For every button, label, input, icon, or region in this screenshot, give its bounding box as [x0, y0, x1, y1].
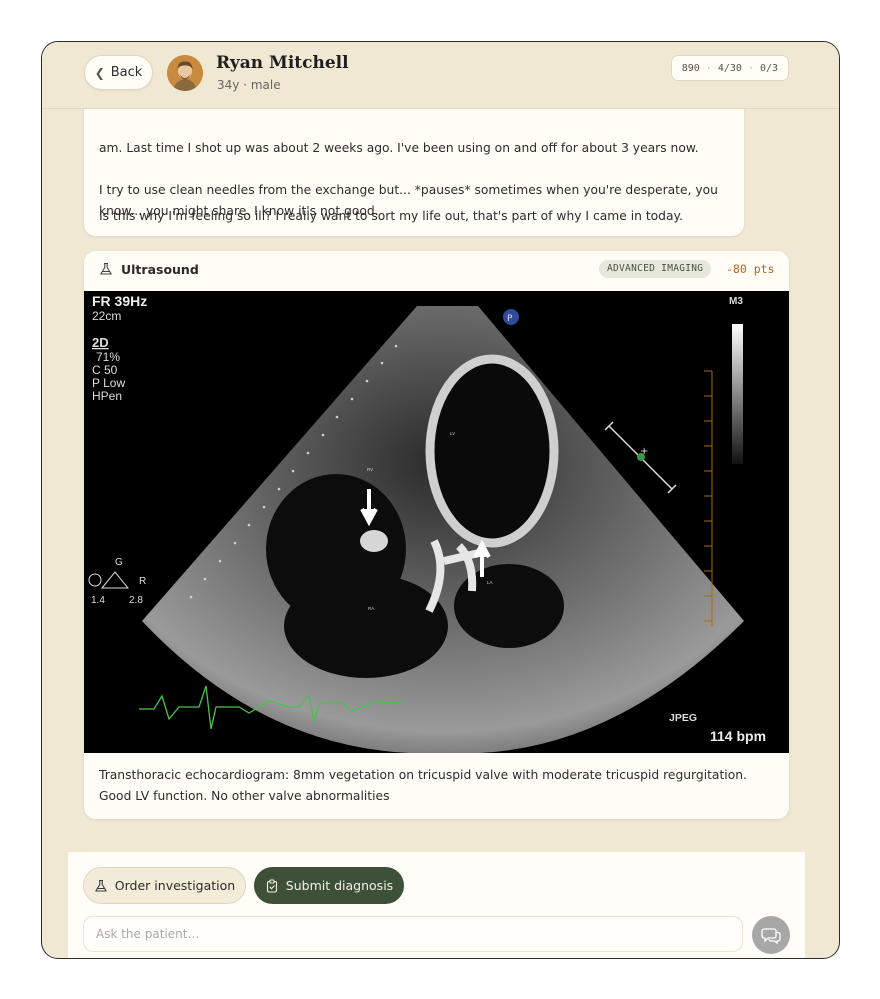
- send-message-button[interactable]: [752, 916, 790, 954]
- g-label: G: [115, 557, 123, 568]
- frame-rate: FR 39Hz: [92, 293, 147, 309]
- chamber-lv: [425, 354, 559, 548]
- heart-rate: 114 bpm: [710, 728, 766, 744]
- chevron-left-icon: ❮: [94, 65, 105, 80]
- app-window: am. Last time I shot up was about 2 week…: [41, 41, 840, 959]
- depth-label: 22cm: [92, 309, 121, 323]
- diagnosis-attempts: 0/3: [759, 62, 778, 74]
- r-label: R: [139, 576, 146, 587]
- back-button[interactable]: ❮ Back: [84, 55, 153, 90]
- chat-bubble-icon: [761, 928, 781, 945]
- gain-label: 71%: [96, 350, 120, 364]
- hpen-label: HPen: [92, 389, 122, 403]
- grayscale-bar: [732, 324, 743, 464]
- compression-label: C 50: [92, 363, 118, 377]
- avatar-illustration: [167, 55, 203, 91]
- patient-name: Ryan Mitchell: [216, 53, 349, 73]
- points-cost: -80 pts: [726, 262, 775, 276]
- rv-label: RV: [367, 467, 373, 472]
- flask-icon: [100, 262, 112, 275]
- order-investigation-label: Order investigation: [114, 878, 236, 893]
- probe-indicator-label: P: [507, 314, 513, 324]
- submit-diagnosis-button[interactable]: Submit diagnosis: [254, 867, 404, 904]
- investigation-title: Ultrasound: [121, 262, 199, 277]
- patient-demographics: 34y · male: [217, 78, 281, 92]
- ultrasound-image: + P FR 39Hz 22cm 2D 71% C 50 P Low HPen …: [84, 291, 789, 753]
- order-investigation-button[interactable]: Order investigation: [83, 867, 246, 904]
- echocardiogram-image: + P FR 39Hz 22cm 2D 71% C 50 P Low HPen …: [84, 291, 789, 753]
- investigation-caption: Transthoracic echocardiogram: 8mm vegeta…: [99, 768, 747, 803]
- svg-text:+: +: [640, 446, 648, 457]
- score-value: 890: [681, 62, 700, 74]
- submit-diagnosis-label: Submit diagnosis: [285, 878, 394, 893]
- card-header: Ultrasound ADVANCED IMAGING -80 pts: [84, 251, 789, 289]
- lv-label: LV: [450, 431, 455, 436]
- value-1: 1.4: [91, 595, 105, 606]
- avatar: [167, 55, 203, 91]
- tricuspid-vegetation: [360, 530, 388, 552]
- ask-patient-input[interactable]: [83, 916, 743, 952]
- mode-label: 2D: [92, 335, 109, 350]
- flask-icon: [95, 879, 107, 892]
- investigation-result-card: Ultrasound ADVANCED IMAGING -80 pts + P …: [84, 251, 789, 819]
- clipboard-icon: [266, 879, 277, 893]
- m3-label: M3: [729, 296, 743, 307]
- questions-count: 4/30: [717, 62, 742, 74]
- patient-header: ❮ Back Ryan Mitchell 34y · male 890 · 4/…: [42, 42, 839, 109]
- action-bar: Order investigation Submit diagnosis: [68, 852, 805, 958]
- ra-label: RA: [368, 606, 374, 611]
- la-label: LA: [487, 580, 493, 585]
- category-badge: ADVANCED IMAGING: [599, 260, 712, 278]
- value-2: 2.8: [129, 595, 143, 606]
- message-paragraph: Is this why I'm feeling so ill? I really…: [99, 209, 683, 223]
- power-label: P Low: [92, 376, 125, 390]
- score-stats: 890 · 4/30 · 0/3: [670, 55, 789, 81]
- chamber-ra: [284, 574, 448, 678]
- jpeg-label: JPEG: [669, 712, 697, 724]
- back-label: Back: [110, 65, 143, 80]
